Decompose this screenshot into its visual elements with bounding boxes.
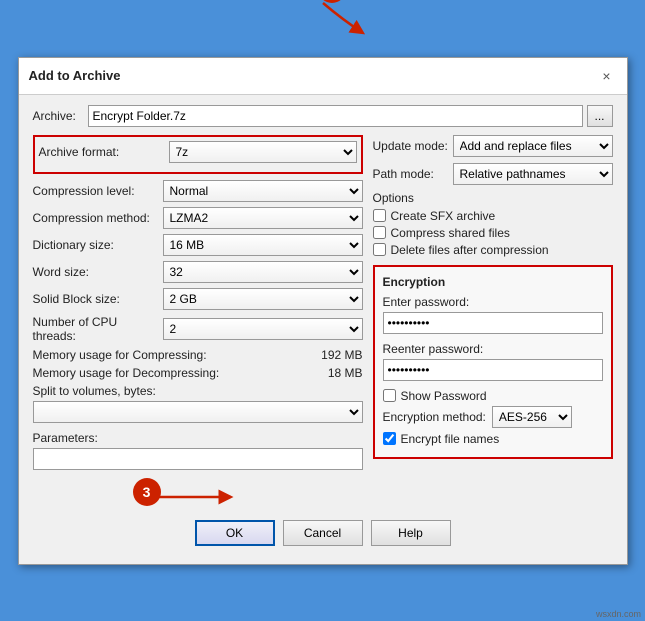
delete-after-label: Delete files after compression [391, 243, 549, 257]
create-sfx-label: Create SFX archive [391, 209, 496, 223]
dialog-title: Add to Archive [29, 68, 121, 83]
left-panel: Archive format: 7z Compression level: No… [33, 135, 363, 478]
enter-password-input[interactable] [383, 312, 603, 334]
word-size-row: Word size: 32 [33, 261, 363, 283]
params-input[interactable] [33, 448, 363, 470]
dictionary-size-row: Dictionary size: 16 MB [33, 234, 363, 256]
show-password-checkbox[interactable] [383, 389, 396, 402]
button-row: OK Cancel Help [195, 520, 451, 546]
params-label: Parameters: [33, 431, 363, 445]
memory-decompress-row: Memory usage for Decompressing: 18 MB [33, 366, 363, 380]
arrow-2 [315, 0, 370, 35]
cpu-threads-row: Number of CPU threads: 2 [33, 315, 363, 343]
delete-after-checkbox[interactable] [373, 243, 386, 256]
compression-level-select[interactable]: Normal [163, 180, 363, 202]
memory-decompress-label: Memory usage for Decompressing: [33, 366, 220, 380]
word-size-label: Word size: [33, 265, 163, 279]
ok-button[interactable]: OK [195, 520, 275, 546]
dictionary-size-select[interactable]: 16 MB [163, 234, 363, 256]
word-size-select[interactable]: 32 [163, 261, 363, 283]
reenter-password-input[interactable] [383, 359, 603, 381]
enc-method-select[interactable]: AES-256 [492, 406, 572, 428]
add-to-archive-dialog: Add to Archive × Archive: ... Archive fo… [18, 57, 628, 565]
solid-block-label: Solid Block size: [33, 292, 163, 306]
path-mode-row: Path mode: Relative pathnames [373, 163, 613, 185]
encrypt-names-row: Encrypt file names [383, 432, 603, 446]
help-button[interactable]: Help [371, 520, 451, 546]
solid-block-row: Solid Block size: 2 GB [33, 288, 363, 310]
arrow-3 [153, 482, 243, 512]
solid-block-select-wrap[interactable]: 2 GB [163, 288, 363, 310]
archive-row: Archive: ... [33, 105, 613, 127]
enter-password-label: Enter password: [383, 295, 603, 309]
memory-decompress-value: 18 MB [328, 366, 363, 380]
memory-compress-label: Memory usage for Compressing: [33, 348, 207, 362]
archive-format-row: Archive format: 7z [39, 141, 357, 163]
show-password-row: Show Password [383, 389, 603, 403]
archive-input[interactable] [88, 105, 583, 127]
cpu-threads-select-wrap[interactable]: 2 [163, 318, 363, 340]
archive-format-select[interactable]: 7z [169, 141, 357, 163]
split-label: Split to volumes, bytes: [33, 384, 363, 398]
split-section: Split to volumes, bytes: [33, 384, 363, 423]
word-size-select-wrap[interactable]: 32 [163, 261, 363, 283]
compression-method-select[interactable]: LZMA2 [163, 207, 363, 229]
compression-level-row: Compression level: Normal [33, 180, 363, 202]
options-section: Options Create SFX archive Compress shar… [373, 191, 613, 257]
compression-method-select-wrap[interactable]: LZMA2 [163, 207, 363, 229]
path-mode-select[interactable]: Relative pathnames [453, 163, 613, 185]
compress-shared-checkbox[interactable] [373, 226, 386, 239]
update-mode-select[interactable]: Add and replace files [453, 135, 613, 157]
params-section: Parameters: [33, 431, 363, 470]
options-title: Options [373, 191, 613, 205]
compression-level-label: Compression level: [33, 184, 163, 198]
title-bar: Add to Archive × [19, 58, 627, 95]
close-button[interactable]: × [597, 66, 617, 86]
memory-compress-value: 192 MB [321, 348, 362, 362]
main-content: Archive format: 7z Compression level: No… [33, 135, 613, 478]
watermark: wsxdn.com [596, 609, 641, 619]
badge-2: 2 [318, 0, 346, 3]
split-select[interactable] [33, 401, 363, 423]
archive-format-label: Archive format: [39, 145, 169, 159]
encrypt-names-checkbox[interactable] [383, 432, 396, 445]
cpu-threads-select[interactable]: 2 [163, 318, 363, 340]
cpu-threads-label: Number of CPU threads: [33, 315, 163, 343]
create-sfx-row: Create SFX archive [373, 209, 613, 223]
reenter-password-label: Reenter password: [383, 342, 603, 356]
show-password-label: Show Password [401, 389, 487, 403]
encryption-title: Encryption [383, 275, 603, 289]
archive-label: Archive: [33, 109, 88, 123]
right-panel: Update mode: Add and replace files Path … [373, 135, 613, 478]
compression-method-label: Compression method: [33, 211, 163, 225]
solid-block-select[interactable]: 2 GB [163, 288, 363, 310]
cancel-button[interactable]: Cancel [283, 520, 363, 546]
dictionary-size-label: Dictionary size: [33, 238, 163, 252]
memory-compress-row: Memory usage for Compressing: 192 MB [33, 348, 363, 362]
compression-method-row: Compression method: LZMA2 [33, 207, 363, 229]
archive-input-wrap: ... [88, 105, 613, 127]
delete-after-row: Delete files after compression [373, 243, 613, 257]
update-mode-row: Update mode: Add and replace files [373, 135, 613, 157]
path-mode-label: Path mode: [373, 167, 453, 181]
bottom-section: 3 OK Cancel Help [33, 478, 613, 554]
enc-method-row: Encryption method: AES-256 [383, 406, 603, 428]
badge-3: 3 [133, 478, 161, 506]
compression-level-select-wrap[interactable]: Normal [163, 180, 363, 202]
encryption-box: Encryption Enter password: Reenter passw… [373, 265, 613, 459]
dictionary-size-select-wrap[interactable]: 16 MB [163, 234, 363, 256]
archive-format-box: Archive format: 7z [33, 135, 363, 174]
enc-method-label: Encryption method: [383, 410, 486, 424]
create-sfx-checkbox[interactable] [373, 209, 386, 222]
encrypt-names-label: Encrypt file names [401, 432, 500, 446]
update-mode-label: Update mode: [373, 139, 453, 153]
compress-shared-row: Compress shared files [373, 226, 613, 240]
browse-button[interactable]: ... [587, 105, 613, 127]
dialog-body: Archive: ... Archive format: 7z [19, 95, 627, 564]
compress-shared-label: Compress shared files [391, 226, 510, 240]
archive-format-select-wrap[interactable]: 7z [169, 141, 357, 163]
